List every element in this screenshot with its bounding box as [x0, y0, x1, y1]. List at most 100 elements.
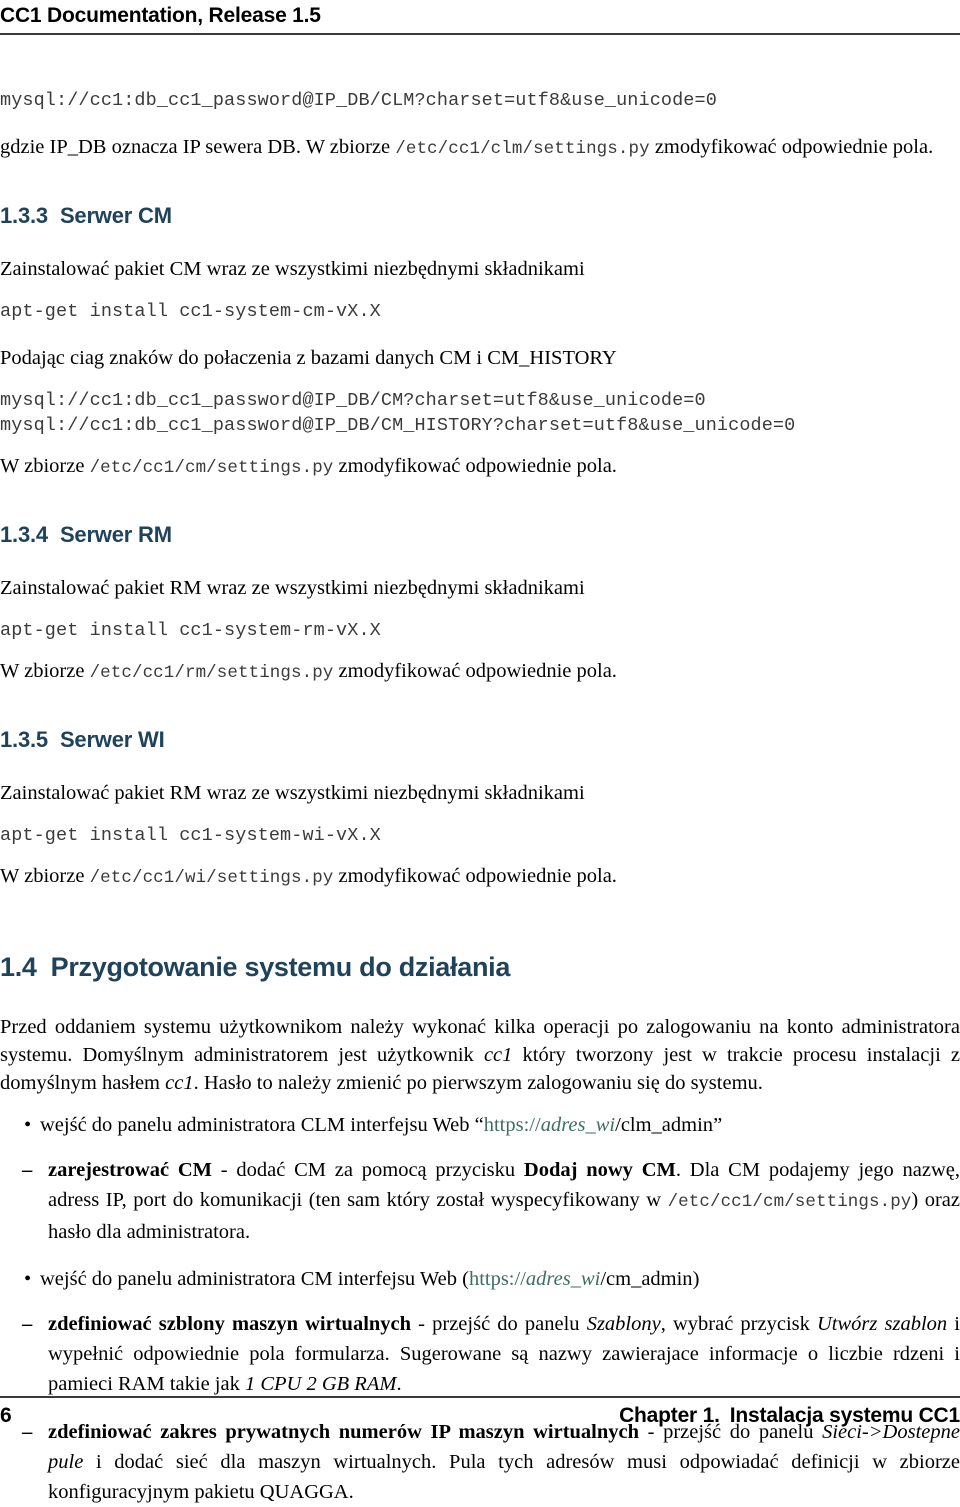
- clm-settings-path: /etc/cc1/clm/settings.py: [395, 139, 650, 159]
- clm-admin-link-host[interactable]: adres_wi: [541, 1114, 615, 1136]
- footer-row: 6 Chapter 1. Instalacja systemu CC1: [0, 1404, 960, 1428]
- section-heading-1-3-3: 1.3.3 Serwer CM: [0, 203, 960, 229]
- section-number: 1.3.4: [0, 522, 48, 547]
- cm-note-suffix: zmodyfikować odpowiednie pola.: [333, 455, 617, 477]
- clm-connection-string: mysql://cc1:db_cc1_password@IP_DB/CLM?ch…: [0, 90, 717, 111]
- clm-note-prefix: gdzie IP_DB oznacza IP sewera DB. W zbio…: [0, 136, 396, 158]
- sub2-example-name: 1 CPU 2 GB RAM: [244, 1373, 397, 1395]
- dash-icon: –: [22, 1313, 33, 1335]
- intro-part-3: . Hasło to należy zmienić po pierwszym z…: [193, 1072, 763, 1094]
- sub3-text-2: i dodać sieć dla maszyn wirtualnych. Pul…: [48, 1451, 960, 1503]
- cm-settings-note: W zbiorze /etc/cc1/cm/settings.py zmodyf…: [0, 452, 960, 482]
- section-title: Przygotowanie systemu do działania: [50, 952, 511, 982]
- header-rule: [0, 33, 960, 35]
- admin-steps-list-2: • wejść do panelu administratora CM inte…: [0, 1265, 960, 1293]
- intro-default-password: cc1: [165, 1072, 194, 1094]
- sub2-text-1: - przejść do panelu: [411, 1313, 587, 1335]
- list-item: – zarejestrować CM - dodać CM za pomocą …: [0, 1155, 960, 1247]
- list-item: – zdefiniować zakres prywatnych numerów …: [0, 1417, 960, 1507]
- cm-note-prefix: W zbiorze: [0, 455, 90, 477]
- bullet2-text-post: ): [692, 1268, 700, 1290]
- cm-connection-string-1: mysql://cc1:db_cc1_password@IP_DB/CM?cha…: [0, 390, 706, 411]
- sub2-button-name: Utwórz szablon: [817, 1313, 948, 1335]
- rm-settings-note: W zbiorze /etc/cc1/rm/settings.py zmodyf…: [0, 657, 960, 687]
- bullet1-text-post: ”: [713, 1114, 723, 1136]
- footer-chapter: Chapter 1. Instalacja systemu CC1: [619, 1404, 960, 1428]
- footer-chapter-title: Instalacja systemu CC1: [729, 1404, 960, 1427]
- section-title: Serwer CM: [59, 203, 172, 228]
- intro-paragraph: Przed oddaniem systemu użytkownikom nale…: [0, 1013, 960, 1097]
- document-page: CC1 Documentation, Release 1.5 mysql://c…: [0, 0, 960, 1503]
- clm-admin-link-path[interactable]: /clm_admin: [615, 1114, 713, 1136]
- sub2-panel-name: Szablony: [586, 1313, 661, 1335]
- sub2-text-2: , wybrać przycisk: [660, 1313, 817, 1335]
- wi-settings-note: W zbiorze /etc/cc1/wi/settings.py zmodyf…: [0, 862, 960, 892]
- sub1-term: zarejestrować CM: [48, 1159, 212, 1181]
- section-number: 1.3.3: [0, 203, 48, 228]
- list-item: • wejść do panelu administratora CLM int…: [0, 1111, 960, 1139]
- clm-note-suffix: zmodyfikować odpowiednie pola.: [649, 136, 934, 158]
- rm-install-command: apt-get install cc1-system-rm-vX.X: [0, 620, 381, 641]
- sub2-term: zdefiniować szblony maszyn wirtualnych: [48, 1313, 412, 1335]
- cm-connection-string-2: mysql://cc1:db_cc1_password@IP_DB/CM_HIS…: [0, 415, 796, 436]
- page-footer: 6 Chapter 1. Instalacja systemu CC1: [0, 1396, 960, 1428]
- rm-install-text: Zainstalować pakiet RM wraz ze wszystkim…: [0, 577, 585, 599]
- running-header: CC1 Documentation, Release 1.5: [0, 0, 960, 35]
- running-header-title: CC1 Documentation, Release 1.5: [0, 4, 321, 27]
- cm-admin-link-path[interactable]: /cm_admin: [600, 1268, 692, 1290]
- wi-note-prefix: W zbiorze: [0, 865, 90, 887]
- rm-note-prefix: W zbiorze: [0, 660, 90, 682]
- bullet2-text-pre: wejść do panelu administratora CM interf…: [40, 1268, 469, 1290]
- bullet1-text-pre: wejść do panelu administratora CLM inter…: [40, 1114, 484, 1136]
- sub2-text-4: .: [396, 1373, 402, 1395]
- section-number: 1.3.5: [0, 727, 48, 752]
- page-content: mysql://cc1:db_cc1_password@IP_DB/CLM?ch…: [0, 70, 960, 1507]
- cm-install-text: Zainstalować pakiet CM wraz ze wszystkim…: [0, 258, 585, 280]
- dash-icon: –: [22, 1159, 33, 1181]
- wi-install-text: Zainstalować pakiet RM wraz ze wszystkim…: [0, 782, 585, 804]
- rm-settings-path: /etc/cc1/rm/settings.py: [89, 663, 334, 683]
- footer-page-number: 6: [0, 1404, 12, 1427]
- list-item: • wejść do panelu administratora CM inte…: [0, 1265, 960, 1293]
- section-title: Serwer WI: [59, 727, 165, 752]
- bullet-icon: •: [24, 1268, 32, 1290]
- sub1-settings-path: /etc/cc1/cm/settings.py: [667, 1192, 912, 1212]
- rm-note-suffix: zmodyfikować odpowiednie pola.: [333, 660, 617, 682]
- wi-install-command: apt-get install cc1-system-wi-vX.X: [0, 825, 381, 846]
- cm-settings-path: /etc/cc1/cm/settings.py: [89, 458, 334, 478]
- section-heading-1-4: 1.4 Przygotowanie systemu do działania: [0, 952, 960, 983]
- sub1-button-name: Dodaj nowy CM: [523, 1159, 676, 1181]
- clm-substeps-list: – zarejestrować CM - dodać CM za pomocą …: [0, 1155, 960, 1247]
- cm-admin-link-host[interactable]: adres_wi: [526, 1268, 600, 1290]
- clm-admin-link-scheme[interactable]: https://: [484, 1114, 541, 1136]
- sub1-text-1: - dodać CM za pomocą przycisku: [211, 1159, 524, 1181]
- cm-admin-link-scheme[interactable]: https://: [469, 1268, 526, 1290]
- wi-note-suffix: zmodyfikować odpowiednie pola.: [333, 865, 617, 887]
- section-heading-1-3-4: 1.3.4 Serwer RM: [0, 522, 960, 548]
- section-title: Serwer RM: [59, 522, 172, 547]
- bullet-icon: •: [24, 1114, 32, 1136]
- footer-chapter-label: Chapter 1.: [619, 1404, 720, 1427]
- wi-settings-path: /etc/cc1/wi/settings.py: [89, 868, 334, 888]
- list-item: – zdefiniować szblony maszyn wirtualnych…: [0, 1309, 960, 1399]
